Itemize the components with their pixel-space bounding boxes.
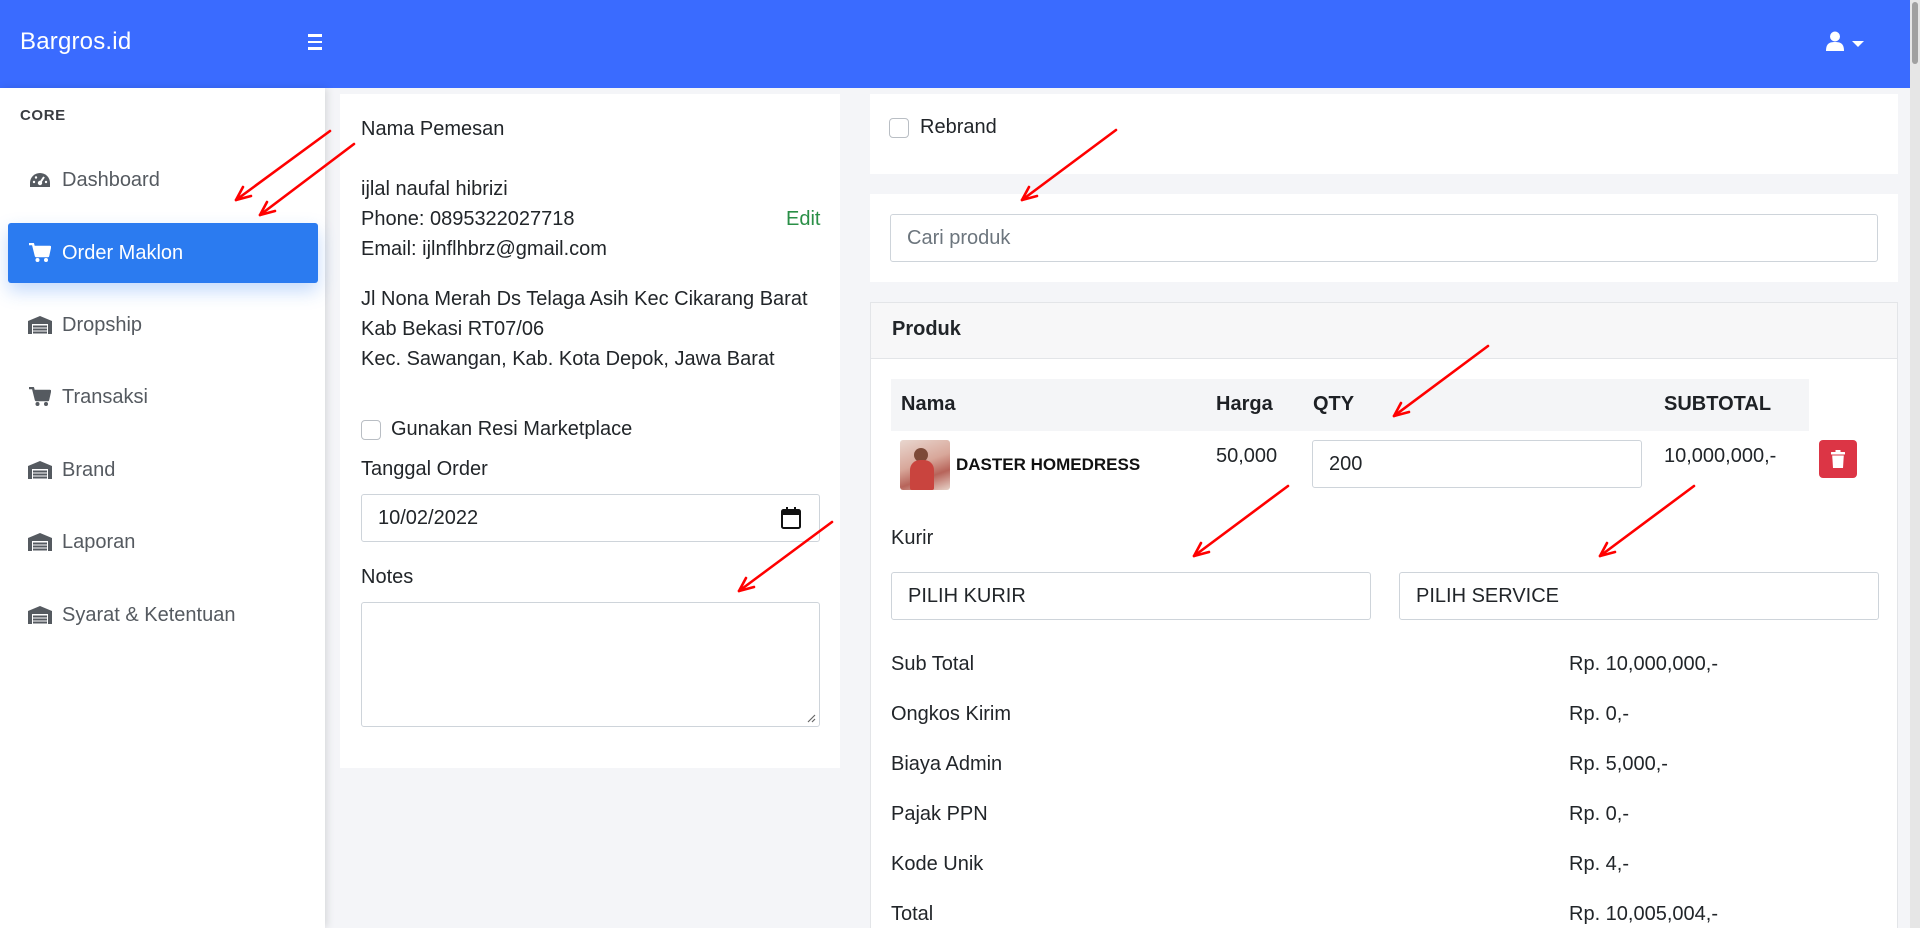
search-card: Cari produk xyxy=(870,194,1898,282)
produk-title: Produk xyxy=(892,318,961,340)
cart-icon xyxy=(28,387,52,407)
sidebar-item-transaksi[interactable]: Transaksi xyxy=(8,367,318,427)
column-header-subtotal: SUBTOTAL xyxy=(1664,393,1772,415)
kurir-select[interactable]: PILIH KURIR xyxy=(891,572,1371,620)
customer-address-line1: Jl Nona Merah Ds Telaga Asih Kec Cikaran… xyxy=(361,288,808,310)
warehouse-icon xyxy=(28,461,52,479)
rebrand-card: Rebrand xyxy=(870,94,1898,174)
sidebar-item-label: Syarat & Ketentuan xyxy=(62,603,236,626)
product-search-input[interactable]: Cari produk xyxy=(890,214,1878,262)
resi-marketplace-label: Gunakan Resi Marketplace xyxy=(391,418,633,440)
customer-card: Nama Pemesan ijlal naufal hibrizi Phone:… xyxy=(340,94,840,768)
summary-label-total: Total xyxy=(891,903,934,925)
product-name: DASTER HOMEDRESS xyxy=(956,455,1141,474)
sidebar-item-brand[interactable]: Brand xyxy=(8,440,318,500)
summary-label-ongkir: Ongkos Kirim xyxy=(891,703,1012,725)
kurir-label: Kurir xyxy=(891,527,934,549)
order-date-input[interactable]: 10/02/2022 xyxy=(361,494,820,542)
service-select-value: PILIH SERVICE xyxy=(1416,584,1560,607)
summary-label-ppn: Pajak PPN xyxy=(891,803,988,825)
customer-address-line2: Kab Bekasi RT07/06 xyxy=(361,318,545,340)
order-date-label: Tanggal Order xyxy=(361,458,488,480)
product-qty-value: 200 xyxy=(1329,452,1363,475)
service-select[interactable]: PILIH SERVICE xyxy=(1399,572,1879,620)
sidebar-item-label: Order Maklon xyxy=(62,241,184,264)
order-date-value: 10/02/2022 xyxy=(378,506,479,529)
summary-value-ongkir: Rp. 0,- xyxy=(1569,703,1630,725)
resize-grip-icon[interactable] xyxy=(806,713,816,723)
page-scrollbar[interactable] xyxy=(1910,0,1920,928)
sidebar-item-laporan[interactable]: Laporan xyxy=(8,512,318,572)
column-header-harga: Harga xyxy=(1216,393,1273,415)
customer-name: ijlal naufal hibrizi xyxy=(361,178,508,200)
resi-marketplace-checkbox[interactable] xyxy=(361,420,381,440)
brand-logo-text[interactable]: Bargros.id xyxy=(20,28,131,56)
cart-icon xyxy=(28,243,52,263)
customer-email: Email: ijlnflhbrz@gmail.com xyxy=(361,238,607,260)
edit-customer-link[interactable]: Edit xyxy=(786,208,820,231)
delete-product-button[interactable] xyxy=(1819,440,1857,478)
customer-heading: Nama Pemesan xyxy=(361,118,505,140)
sidebar-item-label: Transaksi xyxy=(62,385,148,408)
sidebar-heading: CORE xyxy=(20,107,66,124)
user-menu-toggle[interactable] xyxy=(1826,28,1864,60)
product-table-header: Nama Harga QTY SUBTOTAL xyxy=(891,379,1809,431)
sidebar-item-order-maklon[interactable]: Order Maklon xyxy=(8,223,318,283)
sidebar-item-label: Dashboard xyxy=(62,168,160,191)
sidebar: CORE Dashboard Order Maklon Dropship Tra… xyxy=(0,88,325,928)
summary-label-admin: Biaya Admin xyxy=(891,753,1003,775)
produk-card-header: Produk xyxy=(871,303,1897,359)
kurir-select-value: PILIH KURIR xyxy=(908,584,1026,607)
notes-label: Notes xyxy=(361,566,414,588)
hamburger-icon[interactable] xyxy=(300,30,330,60)
column-header-qty: QTY xyxy=(1313,393,1355,415)
product-qty-input[interactable]: 200 xyxy=(1312,440,1642,488)
sidebar-item-syarat-ketentuan[interactable]: Syarat & Ketentuan xyxy=(8,585,318,645)
page-scrollbar-thumb[interactable] xyxy=(1912,2,1918,64)
product-subtotal: 10,000,000,- xyxy=(1664,445,1777,467)
warehouse-icon xyxy=(28,533,52,551)
rebrand-checkbox[interactable] xyxy=(889,118,909,138)
user-icon xyxy=(1826,31,1844,57)
notes-textarea[interactable] xyxy=(361,602,820,727)
summary-label-subtotal: Sub Total xyxy=(891,653,975,675)
warehouse-icon xyxy=(28,606,52,624)
product-price: 50,000 xyxy=(1216,445,1278,467)
summary-value-ppn: Rp. 0,- xyxy=(1569,803,1630,825)
gauge-icon xyxy=(28,172,52,188)
trash-icon xyxy=(1831,450,1845,468)
sidebar-item-label: Brand xyxy=(62,458,116,481)
product-thumbnail xyxy=(900,440,950,490)
chevron-down-icon xyxy=(1852,41,1864,47)
summary-value-total: Rp. 10,005,004,- xyxy=(1569,903,1718,925)
top-navbar: Bargros.id xyxy=(0,0,1910,88)
summary-value-kode-unik: Rp. 4,- xyxy=(1569,853,1630,875)
summary-value-subtotal: Rp. 10,000,000,- xyxy=(1569,653,1718,675)
warehouse-icon xyxy=(28,316,52,334)
sidebar-item-dashboard[interactable]: Dashboard xyxy=(8,150,318,210)
customer-phone: Phone: 0895322027718 xyxy=(361,208,575,230)
sidebar-item-label: Dropship xyxy=(62,313,143,336)
customer-address-line3: Kec. Sawangan, Kab. Kota Depok, Jawa Bar… xyxy=(361,348,775,370)
sidebar-item-label: Laporan xyxy=(62,530,136,553)
column-header-nama: Nama xyxy=(901,393,956,415)
sidebar-item-dropship[interactable]: Dropship xyxy=(8,295,318,355)
rebrand-label: Rebrand xyxy=(920,116,997,138)
calendar-icon[interactable] xyxy=(781,507,801,535)
produk-card: Produk Nama Harga QTY SUBTOTAL DASTER HO… xyxy=(870,302,1898,928)
summary-label-kode-unik: Kode Unik xyxy=(891,853,984,875)
product-search-placeholder: Cari produk xyxy=(907,226,1011,249)
summary-value-admin: Rp. 5,000,- xyxy=(1569,753,1668,775)
